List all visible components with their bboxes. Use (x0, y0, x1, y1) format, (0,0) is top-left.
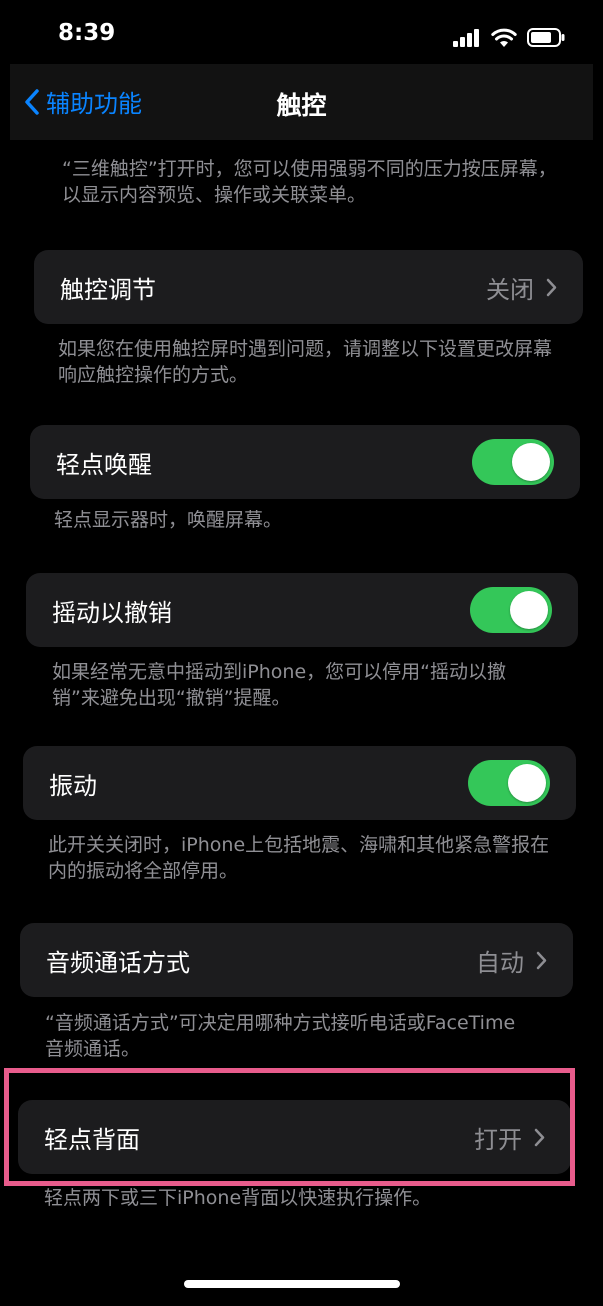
call-audio-routing-row[interactable]: 音频通话方式 自动 (20, 923, 573, 997)
page-title: 触控 (276, 91, 327, 120)
tap-to-wake-footer-note: 轻点显示器时，唤醒屏幕。 (54, 509, 283, 531)
home-indicator (184, 1280, 400, 1288)
vibration-row: 振动 (23, 746, 576, 820)
tap-to-wake-label: 轻点唤醒 (56, 450, 152, 479)
status-icons (453, 28, 565, 47)
navigation-bar: 辅助功能 触控 (10, 64, 593, 140)
cellular-signal-icon (453, 28, 479, 47)
shake-to-undo-label: 摇动以撤销 (52, 598, 172, 627)
vibration-footer-note: 此开关关闭时，iPhone上包括地震、海啸和其他紧急警报在内的振动将全部停用。 (48, 834, 550, 882)
shake-to-undo-row: 摇动以撤销 (26, 573, 578, 647)
status-time: 8:39 (58, 20, 116, 46)
chevron-right-icon (536, 951, 547, 969)
vibration-toggle[interactable] (468, 760, 550, 806)
chevron-right-icon (546, 278, 557, 296)
highlight-frame (4, 1068, 575, 1186)
wifi-icon (491, 28, 517, 47)
call-audio-routing-value: 自动 (476, 943, 547, 978)
tap-to-wake-row: 轻点唤醒 (30, 425, 580, 499)
toggle-knob (510, 591, 548, 629)
tap-to-wake-toggle[interactable] (472, 439, 554, 485)
settings-screen: 8:39 辅助功能 触控 “三维触控”打开时，您可以使用强弱不同的压力按压屏幕，… (0, 0, 603, 1306)
toggle-knob (512, 443, 550, 481)
shake-to-undo-toggle[interactable] (470, 587, 552, 633)
touch-accommodations-status: 关闭 (486, 275, 534, 304)
status-bar: 8:39 (0, 0, 603, 64)
touch-accommodations-label: 触控调节 (60, 275, 156, 304)
call-audio-routing-status: 自动 (476, 948, 524, 977)
3d-touch-footer-note: “三维触控”打开时，您可以使用强弱不同的压力按压屏幕，以显示内容预览、操作或关联… (62, 158, 557, 206)
touch-accommodations-row[interactable]: 触控调节 关闭 (34, 250, 583, 324)
call-audio-routing-label: 音频通话方式 (46, 948, 190, 977)
battery-icon (527, 28, 565, 47)
back-tap-footer-note: 轻点两下或三下iPhone背面以快速执行操作。 (44, 1187, 432, 1209)
shake-to-undo-footer-note: 如果经常无意中摇动到iPhone，您可以停用“摇动以撤销”来避免出现“撤销”提醒… (52, 661, 506, 709)
touch-accommodations-value: 关闭 (486, 270, 557, 305)
touch-accommodations-footer-note: 如果您在使用触控屏时遇到问题，请调整以下设置更改屏幕响应触控操作的方式。 (58, 338, 553, 386)
vibration-label: 振动 (49, 771, 97, 800)
call-audio-routing-footer-note: “音频通话方式”可决定用哪种方式接听电话或FaceTime音频通话。 (45, 1012, 516, 1060)
toggle-knob (508, 764, 546, 802)
